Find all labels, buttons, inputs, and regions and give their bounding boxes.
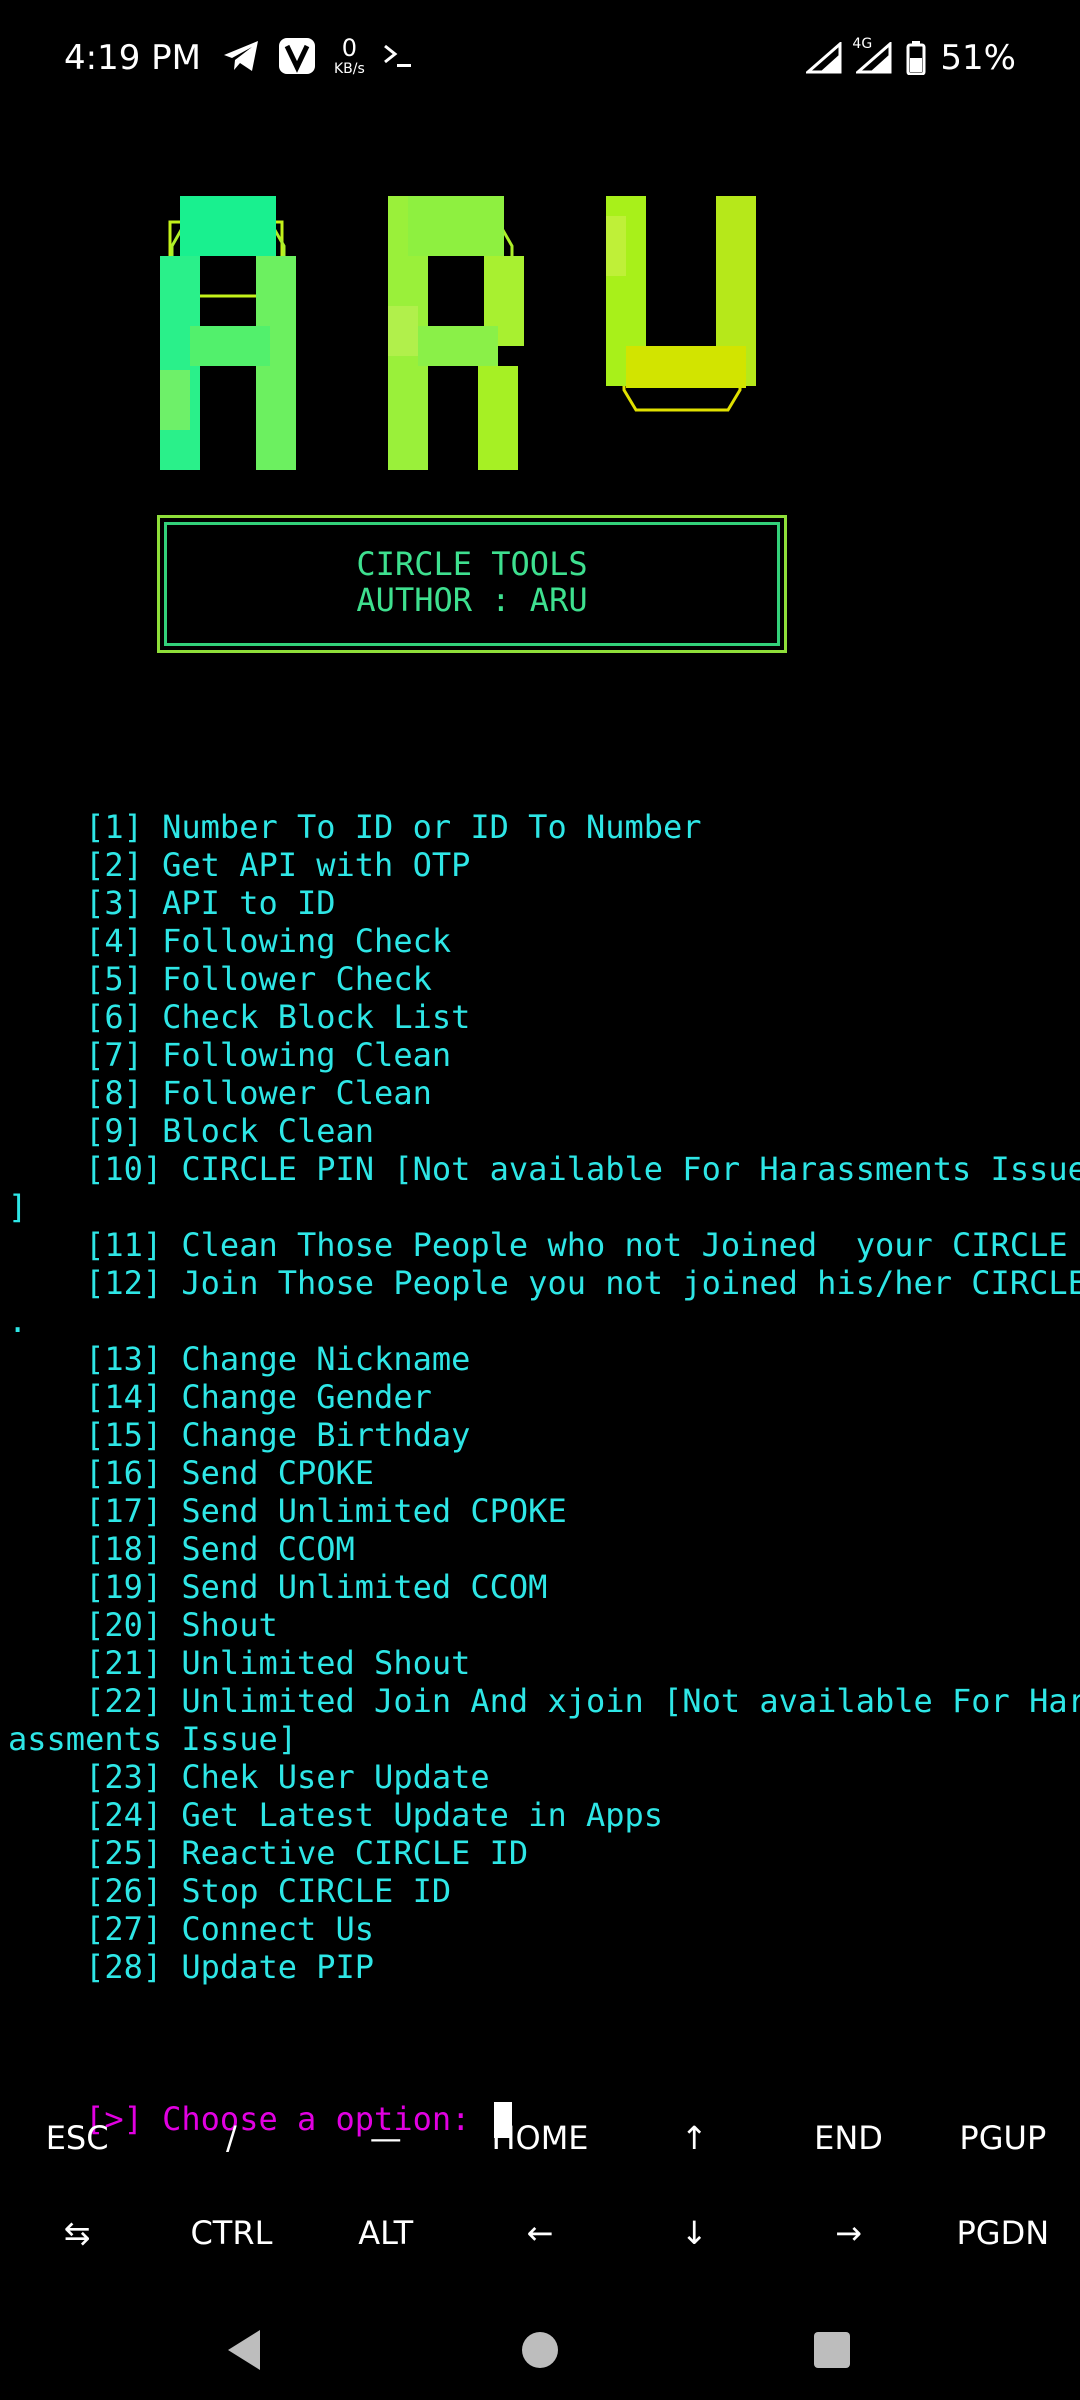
extra-key[interactable]: PGUP — [926, 2090, 1080, 2185]
signal-4g-icon: 4G — [852, 36, 892, 74]
extra-keys-row-2: ⇆ CTRL ALT ← ↓ → PGDN — [0, 2185, 1080, 2280]
menu-line: [20] Shout — [8, 1606, 278, 1644]
menu-line: [21] Unlimited Shout — [8, 1644, 471, 1682]
menu-line: [11] Clean Those People who not Joined y… — [8, 1226, 1068, 1264]
menu-line: [13] Change Nickname — [8, 1340, 471, 1378]
menu-line: [6] Check Block List — [8, 998, 471, 1036]
menu-line: [9] Block Clean — [8, 1112, 375, 1150]
menu-line: [17] Send Unlimited CPOKE — [8, 1492, 567, 1530]
menu-line: assments Issue] — [8, 1720, 297, 1758]
signal-icon — [806, 42, 842, 74]
battery-percent: 51% — [940, 38, 1016, 78]
menu-line: ] — [8, 1188, 28, 1226]
menu-line: [12] Join Those People you not joined hi… — [8, 1264, 1080, 1302]
menu-line: [28] Update PIP — [8, 1948, 375, 1986]
extra-key[interactable]: → — [771, 2185, 925, 2280]
menu-line: [2] Get API with OTP — [8, 846, 471, 884]
terminal-icon — [383, 42, 415, 70]
status-bar: 4:19 PM 0 KB/s 4G 51% — [0, 0, 1080, 120]
menu-line: [5] Follower Check — [8, 960, 432, 998]
network-speed-unit: KB/s — [334, 61, 365, 77]
extra-key[interactable]: ⇆ — [0, 2185, 154, 2280]
terminal-view[interactable]: CIRCLE TOOLS AUTHOR : ARU [1] Number To … — [0, 140, 1080, 2138]
menu-line: [27] Connect Us — [8, 1910, 375, 1948]
menu-line: [15] Change Birthday — [8, 1416, 471, 1454]
menu-list: [1] Number To ID or ID To Number [2] Get… — [8, 808, 1080, 2024]
banner-box: CIRCLE TOOLS AUTHOR : ARU — [157, 515, 787, 653]
back-icon[interactable] — [204, 2310, 284, 2390]
extra-keys-row-1: ESC / — HOME ↑ END PGUP — [0, 2090, 1080, 2185]
battery-icon — [906, 41, 926, 75]
menu-line: [26] Stop CIRCLE ID — [8, 1872, 452, 1910]
system-icons: 4G 51% — [806, 36, 1016, 78]
extra-key[interactable]: CTRL — [154, 2185, 308, 2280]
network-type: 4G — [852, 36, 873, 52]
menu-line: [23] Chek User Update — [8, 1758, 490, 1796]
menu-line: [3] API to ID — [8, 884, 336, 922]
menu-line: [16] Send CPOKE — [8, 1454, 375, 1492]
extra-key[interactable]: ALT — [309, 2185, 463, 2280]
menu-line: [25] Reactive CIRCLE ID — [8, 1834, 529, 1872]
navigation-bar — [0, 2290, 1080, 2400]
status-time: 4:19 PM — [64, 38, 201, 78]
network-speed: 0 KB/s — [334, 36, 365, 76]
menu-line: [22] Unlimited Join And xjoin [Not avail… — [8, 1682, 1080, 1720]
menu-line: [4] Following Check — [8, 922, 452, 960]
extra-key[interactable]: ↓ — [617, 2185, 771, 2280]
menu-output: [1] Number To ID or ID To Number [2] Get… — [8, 732, 1080, 2214]
extra-key[interactable]: ESC — [0, 2090, 154, 2185]
aru-logo — [160, 196, 756, 470]
menu-line: [18] Send CCOM — [8, 1530, 355, 1568]
menu-line: . — [8, 1302, 28, 1340]
menu-line: [1] Number To ID or ID To Number — [8, 808, 702, 846]
banner-title: CIRCLE TOOLS — [356, 545, 588, 583]
network-speed-value: 0 — [341, 34, 358, 62]
extra-key[interactable]: ↑ — [617, 2090, 771, 2185]
menu-line: [7] Following Clean — [8, 1036, 452, 1074]
menu-line: [14] Change Gender — [8, 1378, 432, 1416]
recents-icon[interactable] — [792, 2310, 872, 2390]
banner-author: AUTHOR : ARU — [356, 581, 588, 619]
menu-line: [24] Get Latest Update in Apps — [8, 1796, 664, 1834]
extra-key[interactable]: ← — [463, 2185, 617, 2280]
notification-icons: 0 KB/s — [222, 36, 415, 76]
extra-key[interactable]: — — [309, 2090, 463, 2185]
extra-key[interactable]: PGDN — [926, 2185, 1080, 2280]
extra-key[interactable]: / — [154, 2090, 308, 2185]
menu-line: [19] Send Unlimited CCOM — [8, 1568, 548, 1606]
menu-line — [8, 1986, 1080, 2024]
v-app-icon — [278, 37, 316, 75]
menu-line: [10] CIRCLE PIN [Not available For Haras… — [8, 1150, 1080, 1188]
extra-key[interactable]: END — [771, 2090, 925, 2185]
extra-key[interactable]: HOME — [463, 2090, 617, 2185]
extra-keys-bar: ESC / — HOME ↑ END PGUP ⇆ CTRL ALT ← ↓ → PGDN — [0, 2090, 1080, 2280]
menu-line: [8] Follower Clean — [8, 1074, 432, 1112]
telegram-icon — [222, 39, 260, 73]
home-icon[interactable] — [500, 2310, 580, 2390]
